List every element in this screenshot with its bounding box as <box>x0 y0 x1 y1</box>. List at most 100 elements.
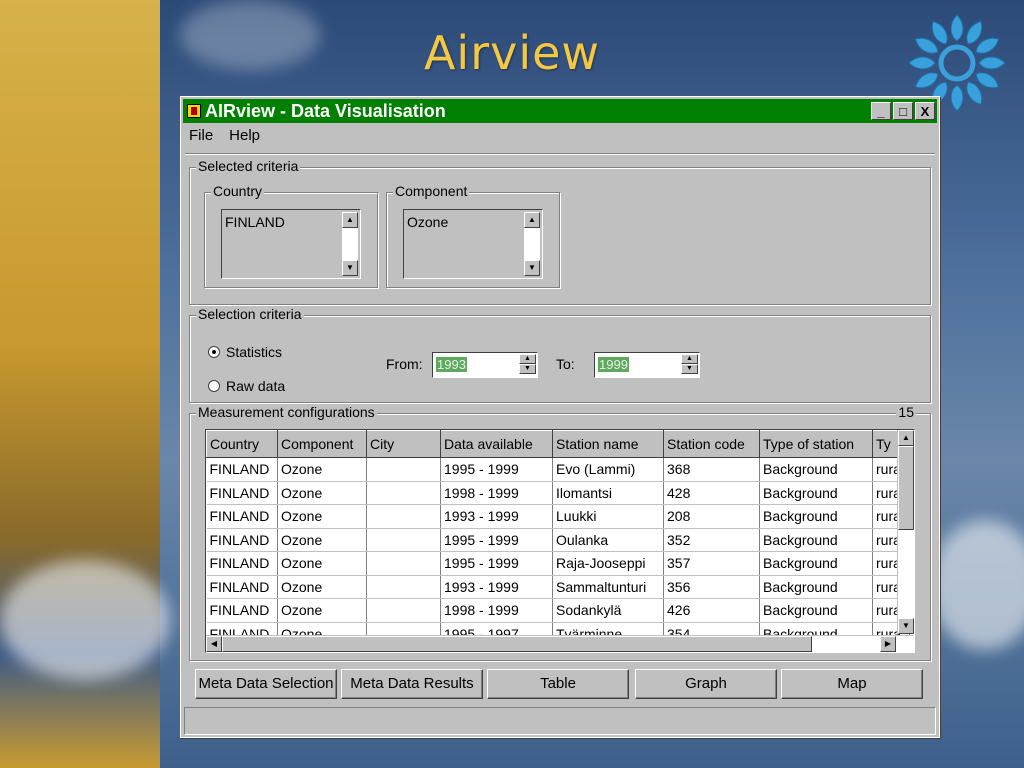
background-cloud <box>0 560 170 680</box>
spin-up-icon[interactable]: ▲ <box>681 354 698 364</box>
table-cell: 1998 - 1999 <box>440 598 553 623</box>
table-row[interactable]: FINLAND Ozone 1995 - 1999 Evo (Lammi) 368 Bac… <box>206 457 910 482</box>
window-title: AIRview - Data Visualisation <box>205 100 446 121</box>
raw-data-option[interactable]: Raw data <box>208 378 285 394</box>
table-cell: Ozone <box>277 457 367 482</box>
table-cell: 208 <box>663 504 760 529</box>
table-cell: Evo (Lammi) <box>552 457 664 482</box>
table-row[interactable]: FINLAND Ozone 1993 - 1999 Sammaltunturi 356 B… <box>206 575 910 599</box>
table-vertical-scrollbar[interactable]: ▲ ▼ <box>897 430 914 634</box>
scroll-thumb[interactable] <box>222 636 812 652</box>
country-scrollbar[interactable]: ▲ ▼ <box>342 212 358 276</box>
menu-file[interactable]: File <box>189 127 213 144</box>
table-cell: 428 <box>663 481 760 505</box>
scroll-up-icon[interactable]: ▲ <box>898 430 914 446</box>
table-cell: Ozone <box>277 528 367 552</box>
column-header[interactable]: Type of station <box>759 430 873 458</box>
radio-selected-icon[interactable] <box>208 346 220 358</box>
selected-criteria-label: Selected criteria <box>196 158 301 174</box>
scroll-down-icon[interactable]: ▼ <box>524 260 540 276</box>
table-cell: FINLAND <box>206 598 278 623</box>
meta-data-selection-button[interactable]: Meta Data Selection <box>195 669 337 699</box>
table-cell <box>366 598 441 623</box>
map-button[interactable]: Map <box>781 669 923 699</box>
table-cell: FINLAND <box>206 481 278 505</box>
table-cell: 368 <box>663 457 760 482</box>
column-header[interactable]: Station name <box>552 430 664 458</box>
from-label: From: <box>386 356 423 372</box>
table-cell: Ilomantsi <box>552 481 664 505</box>
selected-criteria-group: Selected criteria Country FINLAND ▲ ▼ Co… <box>189 158 931 305</box>
scroll-down-icon[interactable]: ▼ <box>898 618 914 634</box>
table-row[interactable]: FINLAND Ozone 1995 - 1999 Raja-Jooseppi 357 B… <box>206 551 910 576</box>
table-horizontal-scrollbar[interactable]: ◀ ▶ <box>206 635 914 652</box>
status-bar <box>184 707 936 735</box>
menu-bar: File Help <box>189 127 260 144</box>
table-cell: Raja-Jooseppi <box>552 551 664 576</box>
component-list[interactable]: Ozone ▲ ▼ <box>403 209 543 279</box>
spin-down-icon[interactable]: ▼ <box>519 364 536 374</box>
radio-unselected-icon[interactable] <box>208 380 220 392</box>
table-cell: Background <box>759 575 873 599</box>
table-cell: 1995 - 1999 <box>440 551 553 576</box>
table-cell: 1993 - 1999 <box>440 575 553 599</box>
table-cell: Ozone <box>277 481 367 505</box>
country-group: Country FINLAND ▲ ▼ <box>204 183 378 288</box>
scroll-down-icon[interactable]: ▼ <box>342 260 358 276</box>
spin-down-icon[interactable]: ▼ <box>681 364 698 374</box>
table-cell: 356 <box>663 575 760 599</box>
table-cell <box>366 504 441 529</box>
table-button[interactable]: Table <box>487 669 629 699</box>
country-list[interactable]: FINLAND ▲ ▼ <box>221 209 361 279</box>
table-row[interactable]: FINLAND Ozone 1995 - 1999 Oulanka 352 Backgro… <box>206 528 910 552</box>
table-cell: 357 <box>663 551 760 576</box>
table-cell: 426 <box>663 598 760 623</box>
column-header[interactable]: Data available <box>440 430 553 458</box>
table-cell: Sodankylä <box>552 598 664 623</box>
close-button[interactable]: X <box>915 102 935 120</box>
meta-data-results-button[interactable]: Meta Data Results <box>341 669 483 699</box>
measurement-label: Measurement configurations <box>196 404 377 420</box>
column-header[interactable]: Station code <box>663 430 760 458</box>
maximize-button[interactable]: □ <box>893 102 913 120</box>
to-label: To: <box>556 356 575 372</box>
table-header-row: Country Component City Data available St… <box>206 430 910 458</box>
from-year-spinner[interactable]: 1993 ▲ ▼ <box>432 352 538 378</box>
table-cell: Oulanka <box>552 528 664 552</box>
table-cell: Ozone <box>277 504 367 529</box>
table-row[interactable]: FINLAND Ozone 1998 - 1999 Ilomantsi 428 Backg… <box>206 481 910 505</box>
menu-help[interactable]: Help <box>229 127 260 144</box>
table-cell <box>366 551 441 576</box>
column-header[interactable]: Country <box>206 430 278 458</box>
table-cell: 1993 - 1999 <box>440 504 553 529</box>
scroll-right-icon[interactable]: ▶ <box>880 636 896 652</box>
graph-button[interactable]: Graph <box>635 669 777 699</box>
table-row[interactable]: FINLAND Ozone 1998 - 1999 Sodankylä 426 Backg… <box>206 598 910 623</box>
measurement-table: Country Component City Data available St… <box>205 429 915 653</box>
table-cell: FINLAND <box>206 528 278 552</box>
minimize-button[interactable]: _ <box>871 102 891 120</box>
table-cell: Background <box>759 528 873 552</box>
scroll-up-icon[interactable]: ▲ <box>342 212 358 228</box>
table-cell: FINLAND <box>206 457 278 482</box>
component-group: Component Ozone ▲ ▼ <box>386 183 560 288</box>
scroll-up-icon[interactable]: ▲ <box>524 212 540 228</box>
statistics-option[interactable]: Statistics <box>208 344 282 360</box>
component-scrollbar[interactable]: ▲ ▼ <box>524 212 540 276</box>
spin-up-icon[interactable]: ▲ <box>519 354 536 364</box>
table-cell: Ozone <box>277 598 367 623</box>
app-window: AIRview - Data Visualisation _ □ X File … <box>180 96 940 738</box>
table-cell <box>366 575 441 599</box>
table-cell: Sammaltunturi <box>552 575 664 599</box>
scroll-thumb[interactable] <box>898 446 914 530</box>
table-cell <box>366 457 441 482</box>
column-header[interactable]: City <box>366 430 441 458</box>
column-header[interactable]: Component <box>277 430 367 458</box>
title-bar[interactable]: AIRview - Data Visualisation _ □ X <box>183 99 937 123</box>
scroll-left-icon[interactable]: ◀ <box>206 636 222 652</box>
table-cell <box>366 528 441 552</box>
table-cell: Background <box>759 504 873 529</box>
to-year-spinner[interactable]: 1999 ▲ ▼ <box>594 352 700 378</box>
table-cell: FINLAND <box>206 551 278 576</box>
table-row[interactable]: FINLAND Ozone 1993 - 1999 Luukki 208 Backgrou… <box>206 504 910 529</box>
